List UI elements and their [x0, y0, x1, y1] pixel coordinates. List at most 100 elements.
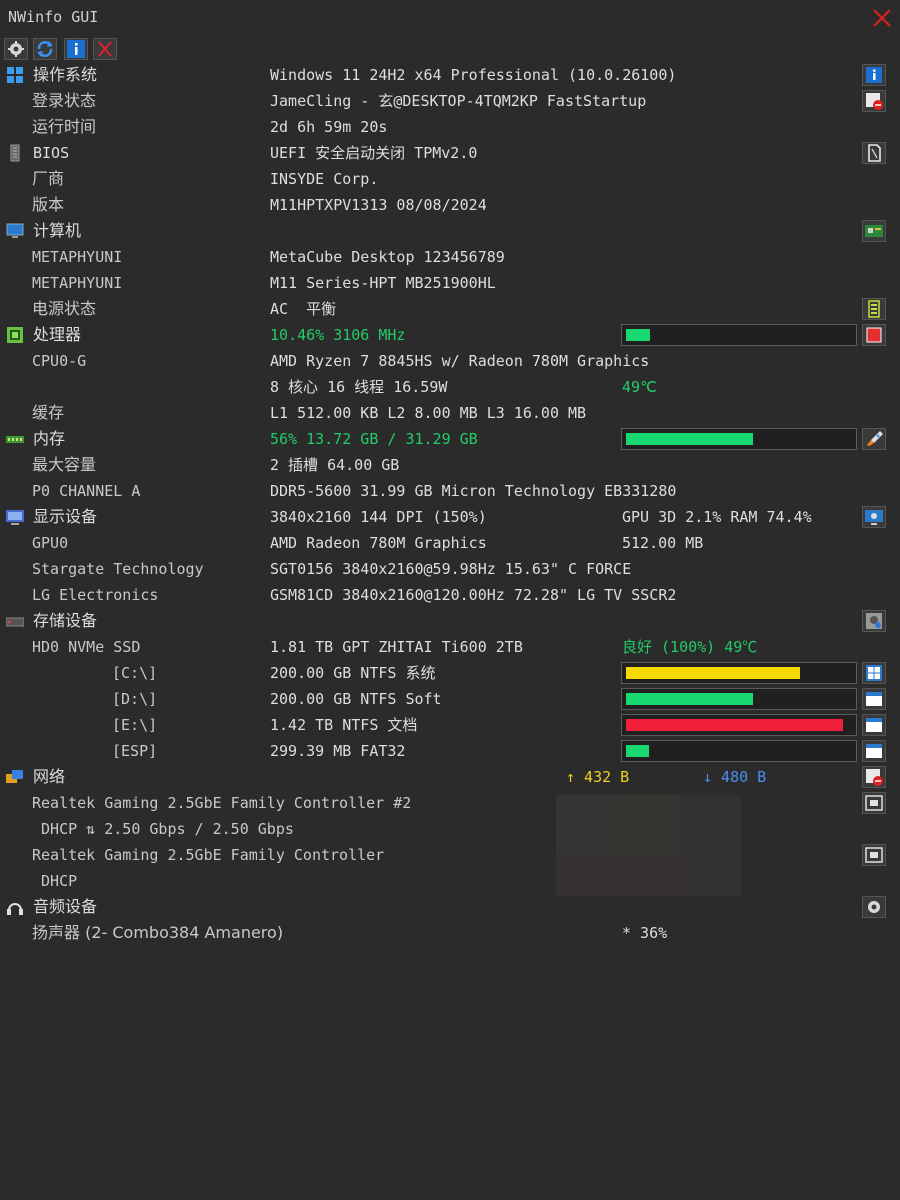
row-nic2-sub: DHCP	[0, 868, 900, 894]
meta1-value: MetaCube Desktop 123456789	[270, 248, 505, 266]
row-os[interactable]: 操作系统 Windows 11 24H2 x64 Professional (1…	[0, 62, 900, 88]
row-network[interactable]: 网络 ↑ 432 B ↓ 480 B	[0, 764, 900, 790]
uptime-label: 运行时间	[32, 117, 97, 136]
memory-action-button[interactable]	[862, 428, 886, 450]
title-bar: NWinfo GUI	[0, 0, 900, 36]
disk-search-icon	[866, 613, 882, 629]
display-action-button[interactable]	[862, 506, 886, 528]
drive-c-usage-bar	[621, 662, 857, 684]
cpu-value: 10.46% 3106 MHz	[270, 326, 406, 344]
storage-action-button[interactable]	[862, 610, 886, 632]
row-mon1: Stargate Technology SGT0156 3840x2160@59…	[0, 556, 900, 582]
row-audio[interactable]: 音频设备	[0, 894, 900, 920]
memory-label: 内存	[33, 429, 66, 448]
uptime-value: 2d 6h 59m 20s	[270, 118, 388, 136]
drive-c-open-button[interactable]	[862, 662, 886, 684]
cpu-action-button[interactable]	[862, 324, 886, 346]
speaker-label: 扬声器 (2- Combo384 Amanero)	[32, 923, 284, 942]
nic2-dhcp: DHCP	[32, 872, 78, 890]
drive-esp-value: 299.39 MB FAT32	[270, 742, 406, 760]
memory-value: 56% 13.72 GB / 31.29 GB	[270, 430, 478, 448]
user-logoff-icon	[866, 93, 883, 110]
row-login[interactable]: 登录状态 JameCling - 玄@DESKTOP-4TQM2KP FastS…	[0, 88, 900, 114]
drive-c-label: [C:\]	[112, 664, 158, 682]
memory-usage-fill	[626, 433, 753, 445]
computer-action-button[interactable]	[862, 220, 886, 242]
version-label: 版本	[32, 195, 65, 214]
display-icon	[6, 510, 24, 525]
row-drive-e[interactable]: [E:\] 1.42 TB NTFS 文档	[0, 712, 900, 738]
stop-icon	[866, 327, 882, 343]
row-computer[interactable]: 计算机	[0, 218, 900, 244]
gpu0-memory: 512.00 MB	[622, 534, 704, 552]
power-value: AC 平衡	[270, 300, 337, 318]
info-icon	[866, 67, 882, 83]
rocket-icon	[867, 431, 883, 446]
power-action-button[interactable]	[862, 298, 886, 320]
exit-button[interactable]	[93, 38, 117, 60]
drive-e-open-button[interactable]	[862, 714, 886, 736]
login-action-button[interactable]	[862, 90, 886, 112]
drive-esp-usage-fill	[626, 745, 649, 757]
info-button[interactable]	[64, 38, 88, 60]
drive-d-open-button[interactable]	[862, 688, 886, 710]
cores-value: 8 核心 16 线程 16.59W	[270, 378, 448, 396]
row-nic2[interactable]: Realtek Gaming 2.5GbE Family Controller	[0, 842, 900, 868]
ethernet-port-icon	[865, 847, 883, 863]
network-disconnect-icon	[866, 769, 883, 786]
cache-value: L1 512.00 KB L2 8.00 MB L3 16.00 MB	[270, 404, 587, 422]
speaker-volume: * 36%	[622, 924, 668, 942]
bios-action-button[interactable]	[862, 142, 886, 164]
display-value: 3840x2160 144 DPI (150%)	[270, 508, 487, 526]
os-info-button[interactable]	[862, 64, 886, 86]
network-icon	[6, 770, 23, 783]
ram-icon	[6, 436, 24, 443]
cpu-usage-fill	[626, 329, 650, 341]
row-drive-c[interactable]: [C:\] 200.00 GB NTFS 系统	[0, 660, 900, 686]
gpu0-value: AMD Radeon 780M Graphics	[270, 534, 487, 552]
row-drive-esp[interactable]: [ESP] 299.39 MB FAT32	[0, 738, 900, 764]
row-mon2: LG Electronics GSM81CD 3840x2160@120.00H…	[0, 582, 900, 608]
close-icon[interactable]	[870, 6, 894, 30]
mon1-label: Stargate Technology	[32, 560, 204, 578]
row-storage[interactable]: 存储设备	[0, 608, 900, 634]
refresh-icon	[37, 41, 53, 57]
headphones-icon	[7, 903, 23, 915]
row-cpu[interactable]: 处理器 10.46% 3106 MHz	[0, 322, 900, 348]
drive-d-usage-bar	[621, 688, 857, 710]
version-value: M11HPTXPV1313 08/08/2024	[270, 196, 487, 214]
ethernet-port-icon	[865, 795, 883, 811]
settings-button[interactable]	[4, 38, 28, 60]
row-drive-d[interactable]: [D:\] 200.00 GB NTFS Soft	[0, 686, 900, 712]
hd0-label: HD0 NVMe SSD	[32, 638, 141, 656]
drive-e-usage-bar	[621, 714, 857, 736]
gpu0-label: GPU0	[32, 534, 69, 552]
drive-esp-open-button[interactable]	[862, 740, 886, 762]
windows-icon	[7, 67, 23, 83]
nic1-action-button[interactable]	[862, 792, 886, 814]
row-cache: 缓存 L1 512.00 KB L2 8.00 MB L3 16.00 MB	[0, 400, 900, 426]
login-value: JameCling - 玄@DESKTOP-4TQM2KP FastStartu…	[270, 92, 647, 110]
drive-e-label: [E:\]	[112, 716, 158, 734]
windows-icon	[866, 665, 882, 681]
row-hd0: HD0 NVMe SSD 1.81 TB GPT ZHITAI Ti600 2T…	[0, 634, 900, 660]
row-memory[interactable]: 内存 56% 13.72 GB / 31.29 GB	[0, 426, 900, 452]
row-bios[interactable]: BIOS UEFI 安全启动关闭 TPMv2.0	[0, 140, 900, 166]
display-label: 显示设备	[33, 507, 98, 526]
refresh-button[interactable]	[33, 38, 57, 60]
drive-esp-usage-bar	[621, 740, 857, 762]
network-action-button[interactable]	[862, 766, 886, 788]
audio-settings-button[interactable]	[862, 896, 886, 918]
channel-label: P0 CHANNEL A	[32, 482, 141, 500]
bios-value: UEFI 安全启动关闭 TPMv2.0	[270, 144, 478, 162]
row-display[interactable]: 显示设备 3840x2160 144 DPI (150%) GPU 3D 2.1…	[0, 504, 900, 530]
row-nic1[interactable]: Realtek Gaming 2.5GbE Family Controller …	[0, 790, 900, 816]
network-label: 网络	[33, 767, 66, 786]
motherboard-icon	[865, 225, 883, 237]
maxcap-value: 2 插槽 64.00 GB	[270, 456, 400, 474]
nic2-action-button[interactable]	[862, 844, 886, 866]
row-power[interactable]: 电源状态 AC 平衡	[0, 296, 900, 322]
power-label: 电源状态	[32, 299, 97, 318]
cache-label: 缓存	[32, 403, 65, 422]
drive-d-usage-fill	[626, 693, 753, 705]
